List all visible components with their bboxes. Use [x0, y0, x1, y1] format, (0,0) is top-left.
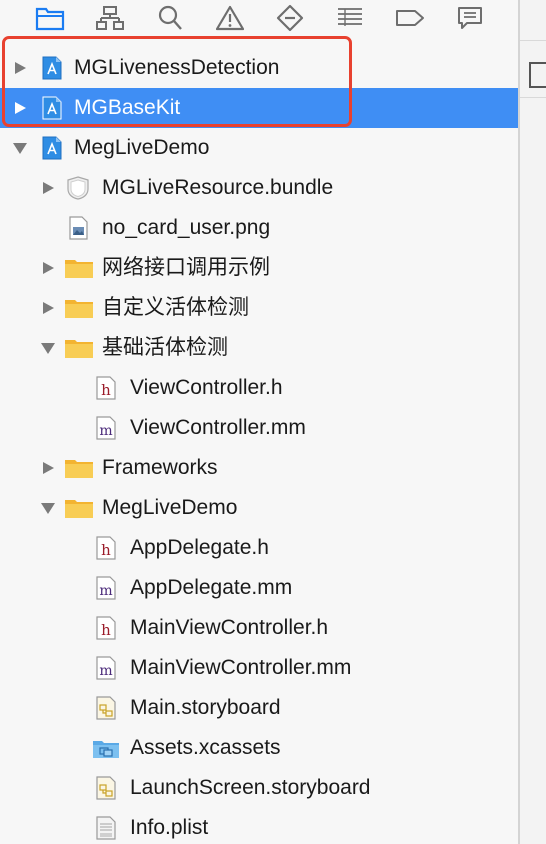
disclosure-collapsed-icon[interactable] — [40, 300, 56, 316]
svg-text:m: m — [99, 663, 112, 679]
disclosure-collapsed-icon[interactable] — [12, 100, 28, 116]
test-diamond-icon[interactable] — [272, 2, 308, 34]
tree-item-label: AppDelegate.mm — [130, 576, 293, 599]
tree-item-label: 网络接口调用示例 — [102, 256, 270, 279]
tree-row-mgliveresource-bundle[interactable]: MGLiveResource.bundle — [0, 168, 518, 208]
folder-icon — [65, 300, 93, 318]
tree-item-label: no_card_user.png — [102, 216, 271, 239]
tree-row-mainviewcontroller-mm[interactable]: m MainViewController.mm — [0, 648, 518, 688]
tree-item-label: Assets.xcassets — [130, 736, 281, 759]
tree-item-label: 自定义活体检测 — [102, 296, 249, 319]
folder-icon — [65, 260, 93, 278]
tree-item-label: Main.storyboard — [130, 696, 281, 719]
disclosure-collapsed-icon[interactable] — [40, 260, 56, 276]
tree-row-info-plist[interactable]: Info.plist — [0, 808, 518, 844]
tree-row-meglivedemo-folder[interactable]: MegLiveDemo — [0, 488, 518, 528]
folder-icon — [65, 500, 93, 518]
storyboard-icon — [96, 776, 116, 800]
tree-item-label: LaunchScreen.storyboard — [130, 776, 371, 799]
navigator-toolbar — [0, 0, 518, 40]
tree-row-appdelegate-h[interactable]: h AppDelegate.h — [0, 528, 518, 568]
breakpoint-icon[interactable] — [392, 2, 428, 34]
disclosure-expanded-icon[interactable] — [40, 500, 56, 516]
tree-item-label: MGBaseKit — [74, 96, 181, 119]
header-file-icon: h — [96, 616, 116, 640]
tree-row-mainviewcontroller-h[interactable]: h MainViewController.h — [0, 608, 518, 648]
tree-row-folder-custom-liveness[interactable]: 自定义活体检测 — [0, 288, 518, 328]
plist-file-icon — [96, 816, 116, 840]
tree-row-main-storyboard[interactable]: Main.storyboard — [0, 688, 518, 728]
asset-catalog-icon — [93, 741, 119, 758]
editor-toolbar-separator — [520, 97, 546, 98]
editor-pane-edge — [520, 0, 546, 844]
disclosure-expanded-icon[interactable] — [40, 340, 56, 356]
xcode-project-icon — [42, 56, 62, 80]
xcode-project-icon — [42, 136, 62, 160]
tree-row-launchscreen-storyboard[interactable]: LaunchScreen.storyboard — [0, 768, 518, 808]
svg-text:h: h — [101, 381, 111, 399]
folder-icon — [65, 460, 93, 478]
bundle-icon — [67, 176, 89, 200]
svg-text:m: m — [99, 583, 112, 599]
hierarchy-icon[interactable] — [92, 2, 128, 34]
svg-text:h: h — [101, 541, 111, 559]
report-icon[interactable] — [452, 2, 488, 34]
objc-file-icon: m — [96, 656, 116, 680]
editor-toolbar-separator — [520, 40, 546, 41]
storyboard-icon — [96, 696, 116, 720]
tree-row-assets-xcassets[interactable]: Assets.xcassets — [0, 728, 518, 768]
warning-icon[interactable] — [212, 2, 248, 34]
xcode-project-icon — [42, 96, 62, 120]
project-navigator: MGLivenessDetection MGBaseKit MegLiveDem… — [0, 0, 518, 844]
header-file-icon: h — [96, 536, 116, 560]
list-icon[interactable] — [332, 2, 368, 34]
tree-row-mgbasekit[interactable]: MGBaseKit — [0, 88, 518, 128]
tree-item-label: ViewController.h — [130, 376, 283, 399]
tree-row-frameworks[interactable]: Frameworks — [0, 448, 518, 488]
editor-control-icon[interactable] — [529, 62, 546, 88]
objc-file-icon: m — [96, 576, 116, 600]
tree-row-viewcontroller-h[interactable]: h ViewController.h — [0, 368, 518, 408]
tree-item-label: MegLiveDemo — [74, 136, 210, 159]
folder-icon — [65, 340, 93, 358]
tree-item-label: Frameworks — [102, 456, 218, 479]
tree-item-label: MainViewController.h — [130, 616, 329, 639]
disclosure-collapsed-icon[interactable] — [40, 180, 56, 196]
tree-item-label: 基础活体检测 — [102, 336, 228, 359]
tree-row-viewcontroller-mm[interactable]: m ViewController.mm — [0, 408, 518, 448]
tree-item-label: AppDelegate.h — [130, 536, 269, 559]
tree-row-appdelegate-mm[interactable]: m AppDelegate.mm — [0, 568, 518, 608]
tree-row-folder-network[interactable]: 网络接口调用示例 — [0, 248, 518, 288]
objc-file-icon: m — [96, 416, 116, 440]
tree-item-label: MGLivenessDetection — [74, 56, 280, 79]
tree-item-label: MegLiveDemo — [102, 496, 238, 519]
tree-row-meglivedemo-project[interactable]: MegLiveDemo — [0, 128, 518, 168]
tree-item-label: Info.plist — [130, 816, 209, 839]
tree-row-folder-basic-liveness[interactable]: 基础活体检测 — [0, 328, 518, 368]
svg-text:m: m — [99, 423, 112, 439]
tree-item-label: MGLiveResource.bundle — [102, 176, 334, 199]
image-file-icon — [69, 216, 88, 240]
header-file-icon: h — [96, 376, 116, 400]
tree-item-label: MainViewController.mm — [130, 656, 352, 679]
search-icon[interactable] — [152, 2, 188, 34]
disclosure-collapsed-icon[interactable] — [40, 460, 56, 476]
tree-row-no-card-user-png[interactable]: no_card_user.png — [0, 208, 518, 248]
svg-text:h: h — [101, 621, 111, 639]
disclosure-expanded-icon[interactable] — [12, 140, 28, 156]
tree-row-mglivenessdetection[interactable]: MGLivenessDetection — [0, 48, 518, 88]
tree-item-label: ViewController.mm — [130, 416, 306, 439]
folder-icon[interactable] — [32, 2, 68, 34]
disclosure-collapsed-icon[interactable] — [12, 60, 28, 76]
